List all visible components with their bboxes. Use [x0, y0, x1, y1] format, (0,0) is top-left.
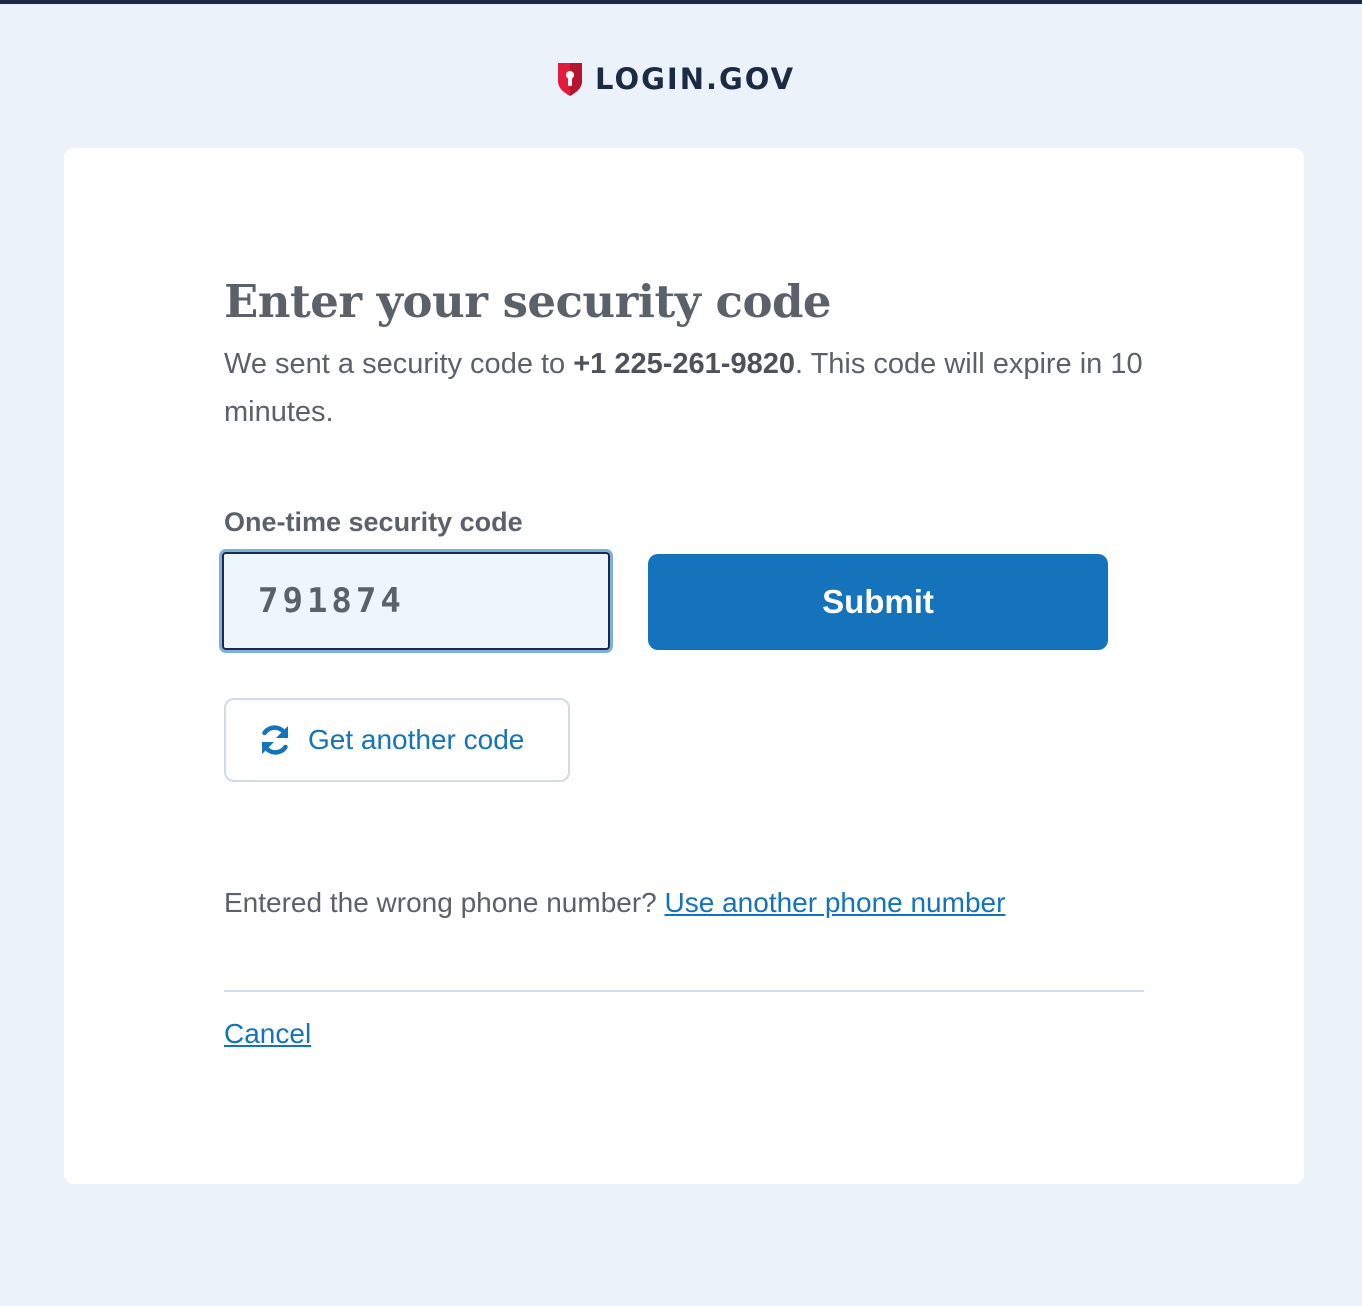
security-code-input[interactable]: [222, 552, 610, 650]
top-bar: [0, 0, 1362, 4]
get-another-code-button[interactable]: Get another code: [224, 698, 570, 782]
page-title: Enter your security code: [224, 275, 832, 328]
logo-text: LOGIN.GOV: [595, 62, 796, 96]
get-another-code-label: Get another code: [308, 724, 525, 755]
main-card: Enter your security code We sent a secur…: [64, 148, 1304, 1184]
wrong-phone-text: Entered the wrong phone number?: [224, 887, 657, 918]
divider: [224, 990, 1144, 992]
code-field-label: One-time security code: [224, 507, 523, 537]
intro-prefix: We sent a security code to: [224, 348, 574, 380]
submit-button[interactable]: Submit: [648, 554, 1108, 650]
phone-number: +1 225-261-9820: [573, 348, 795, 380]
shield-keyhole-icon: [556, 61, 584, 97]
use-another-phone-link[interactable]: Use another phone number: [665, 887, 1006, 918]
cancel-link[interactable]: Cancel: [224, 1014, 311, 1054]
refresh-icon: [258, 723, 292, 757]
wrong-phone-row: Entered the wrong phone number? Use anot…: [224, 883, 1005, 923]
login-gov-logo[interactable]: LOGIN.GOV: [556, 60, 795, 98]
intro-text: We sent a security code to +1 225-261-98…: [224, 340, 1144, 436]
